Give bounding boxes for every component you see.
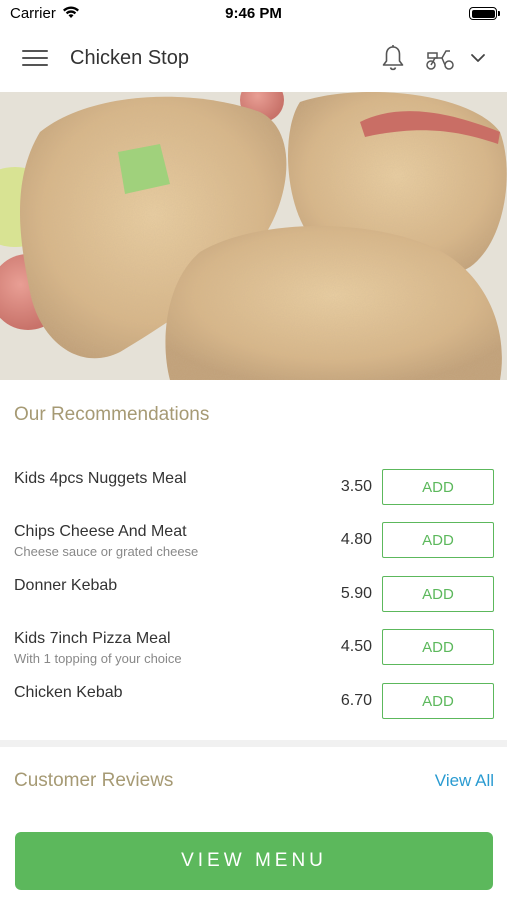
section-divider [0,740,507,747]
status-bar: Carrier 9:46 PM [0,0,507,26]
item-name: Chips Cheese And Meat [14,523,187,540]
status-time: 9:46 PM [225,5,282,22]
item-price: 4.80 [340,531,372,548]
item-price: 4.50 [340,638,372,655]
item-price: 5.90 [340,585,372,602]
item-price: 6.70 [340,692,372,709]
item-description: Cheese sauce or grated cheese [14,544,199,559]
hero-image [0,92,507,380]
nav-bar: Chicken Stop [0,28,507,92]
item-name: Donner Kebab [14,577,118,594]
reviews-title: Customer Reviews [14,770,174,791]
item-price: 3.50 [340,478,372,495]
battery-icon [469,7,500,20]
scooter-icon[interactable] [424,46,456,72]
item-name: Kids 7inch Pizza Meal [14,630,171,647]
add-button[interactable]: ADD [382,683,494,719]
add-button[interactable]: ADD [382,522,494,558]
item-description: With 1 topping of your choice [14,651,182,666]
add-button[interactable]: ADD [382,629,494,665]
item-name: Chicken Kebab [14,684,123,701]
page-title: Chicken Stop [70,47,189,69]
view-all-link[interactable]: View All [435,771,494,791]
add-button[interactable]: ADD [382,576,494,612]
item-name: Kids 4pcs Nuggets Meal [14,470,187,487]
view-menu-button[interactable]: VIEW MENU [15,832,493,890]
add-button[interactable]: ADD [382,469,494,505]
chevron-down-icon[interactable] [470,52,486,64]
hamburger-menu-icon[interactable] [22,50,48,70]
bell-icon[interactable] [380,44,406,72]
recommendations-title: Our Recommendations [14,404,210,425]
